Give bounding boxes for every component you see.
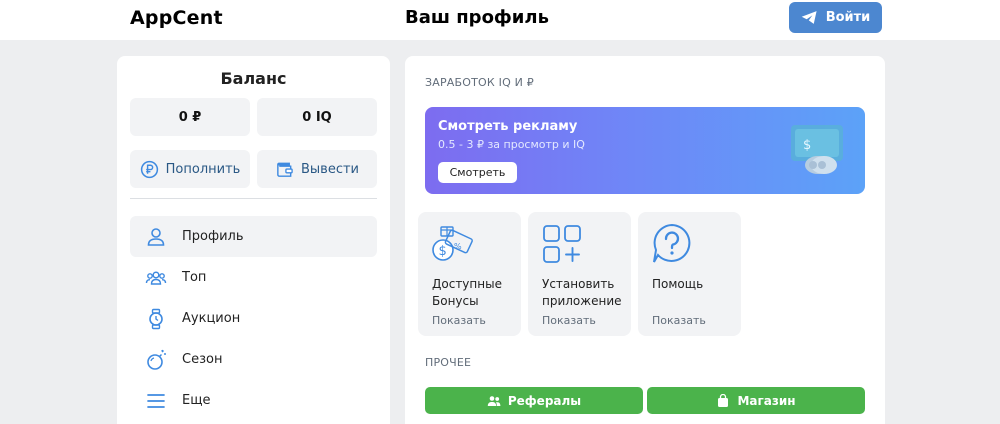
tile-bonuses[interactable]: $ % Доступные Бонусы Показать (418, 212, 521, 336)
topup-label: Пополнить (165, 161, 241, 177)
tile-help[interactable]: Помощь Показать (638, 212, 741, 336)
ad-subtitle: 0.5 - 3 ₽ за просмотр и IQ (438, 138, 585, 151)
shopping-bag-icon (718, 393, 729, 407)
tile-show-link[interactable]: Показать (652, 314, 706, 327)
users-icon (145, 270, 167, 285)
shop-button[interactable]: Магазин (647, 387, 865, 414)
earnings-panel: ЗАРАБОТОК IQ И ₽ Смотреть рекламу 0.5 - … (405, 56, 885, 424)
shop-label: Магазин (737, 393, 796, 408)
topup-button[interactable]: Пополнить (130, 150, 250, 188)
user-icon (147, 227, 165, 246)
nav-item-top[interactable]: Топ (130, 257, 377, 298)
tile-title: Помощь (652, 277, 704, 291)
login-button[interactable]: Войти (789, 2, 882, 33)
other-section-label: ПРОЧЕЕ (425, 356, 472, 369)
nav-label: Аукцион (182, 311, 241, 326)
nav-label: Еще (182, 393, 211, 408)
withdraw-label: Вывести (300, 161, 359, 177)
tile-install-app[interactable]: Установить приложение Показать (528, 212, 631, 336)
nav-label: Топ (182, 270, 207, 285)
ad-title: Смотреть рекламу (438, 119, 578, 134)
wallet-icon (277, 162, 293, 177)
watch-ad-button[interactable]: Смотреть (438, 162, 517, 183)
top-header: AppCent Ваш профиль Войти (0, 0, 1000, 40)
nav-item-more[interactable]: Еще (130, 380, 377, 421)
watch-ad-banner[interactable]: Смотреть рекламу 0.5 - 3 ₽ за просмотр и… (425, 107, 865, 194)
balance-title: Баланс (220, 69, 287, 88)
nav-item-auction[interactable]: Аукцион (130, 298, 377, 339)
tile-show-link[interactable]: Показать (542, 314, 596, 327)
tile-show-link[interactable]: Показать (432, 314, 486, 327)
people-icon (487, 395, 501, 406)
help-question-icon (653, 223, 691, 263)
balance-sidebar: Баланс 0 ₽ 0 IQ Пополнить Вывести Профил… (117, 56, 390, 424)
referrals-label: Рефералы (507, 393, 582, 408)
watch-icon (149, 308, 163, 329)
svg-text:$: $ (803, 138, 811, 153)
tile-title: Установить приложение (542, 277, 622, 308)
sidebar-divider (130, 198, 377, 199)
tile-title: Доступные Бонусы (432, 277, 502, 308)
ruble-coin-icon (140, 160, 158, 178)
nav-label: Профиль (182, 229, 244, 244)
nav-item-season[interactable]: Сезон (130, 339, 377, 380)
bomb-icon (147, 349, 166, 370)
referrals-button[interactable]: Рефералы (425, 387, 643, 414)
app-logo[interactable]: AppCent (130, 7, 223, 29)
balance-iq: 0 IQ (257, 98, 377, 136)
svg-text:$: $ (439, 244, 447, 259)
svg-text:%: % (454, 242, 462, 251)
menu-icon (147, 393, 165, 408)
nav-label: Сезон (182, 352, 223, 367)
withdraw-button[interactable]: Вывести (257, 150, 377, 188)
bonus-coupon-icon: $ % (432, 226, 473, 261)
nav-item-profile[interactable]: Профиль (130, 216, 377, 257)
install-apps-icon (543, 225, 581, 263)
earn-section-label: ЗАРАБОТОК IQ И ₽ (425, 76, 534, 89)
money-icon: $ (791, 125, 843, 174)
telegram-icon (801, 11, 817, 24)
login-label: Войти (825, 10, 871, 25)
balance-rub: 0 ₽ (130, 98, 250, 136)
page-title: Ваш профиль (405, 7, 549, 28)
